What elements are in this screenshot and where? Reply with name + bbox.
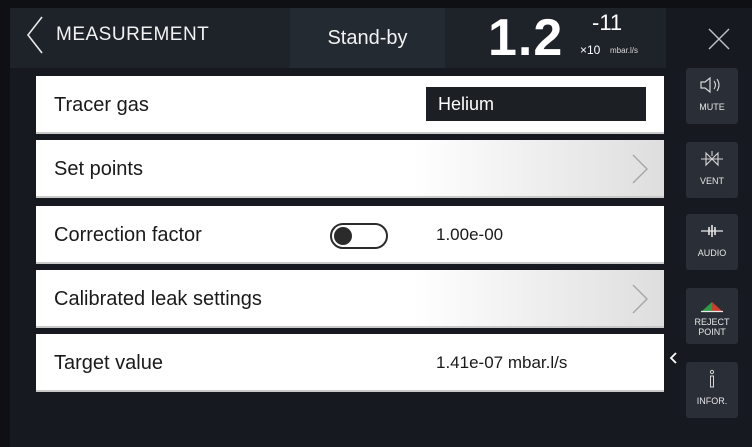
chevron-left-icon [669,351,677,369]
audio-wave-icon [686,220,738,242]
mute-label: MUTE [699,102,725,112]
correction-factor-value[interactable]: 1.00e-00 [436,206,503,264]
leak-rate-display: 1.2 -11 ×10 mbar.l/s [488,10,668,68]
row-set-points[interactable]: Set points [36,140,664,198]
leak-rate-mantissa: 1.2 [488,9,564,67]
speaker-mute-icon [686,74,738,96]
toggle-knob [334,227,352,245]
reject-label-line2: POINT [698,327,726,337]
reject-label-line1: REJECT [694,317,730,327]
tracer-gas-value: Helium [438,93,495,114]
mute-button[interactable]: MUTE [686,68,738,124]
info-icon [686,368,738,390]
calibrated-leak-settings-label: Calibrated leak settings [54,287,262,310]
chevron-left-icon [26,15,44,55]
reject-point-icon [686,294,738,316]
audio-label: AUDIO [697,248,727,258]
set-points-label: Set points [54,157,143,180]
chevron-right-icon [630,283,650,315]
info-button[interactable]: INFOR. [686,362,738,418]
vent-valve-icon [686,148,738,170]
info-label: INFOR. [696,396,728,406]
top-frame [0,0,752,8]
status-indicator: Stand-by [290,8,445,68]
page-title: MEASUREMENT [56,24,210,45]
left-frame [0,0,10,447]
row-target-value: Target value 1.41e-07 mbar.l/s [36,334,664,392]
close-button[interactable] [704,26,734,56]
chevron-right-icon [630,153,650,185]
tracer-gas-label: Tracer gas [54,93,149,116]
vent-label: VENT [699,176,724,186]
vent-button[interactable]: VENT [686,142,738,198]
row-tracer-gas: Tracer gas Helium [36,76,664,134]
target-value-label: Target value [54,351,163,374]
correction-factor-toggle[interactable] [330,223,388,249]
sidebar-collapse-tab[interactable] [666,349,680,371]
leak-rate-base: ×10 [580,43,601,57]
tracer-gas-select[interactable]: Helium [426,87,646,121]
close-icon [707,27,731,56]
reject-point-button[interactable]: REJECT POINT [686,288,738,344]
audio-button[interactable]: AUDIO [686,214,738,270]
leak-rate-units: mbar.l/s [610,46,639,55]
leak-rate-exponent: -11 [592,10,623,35]
back-button[interactable]: MEASUREMENT [26,12,286,58]
target-value[interactable]: 1.41e-07 mbar.l/s [436,334,567,392]
row-correction-factor: Correction factor 1.00e-00 [36,206,664,264]
row-calibrated-leak-settings[interactable]: Calibrated leak settings [36,270,664,328]
correction-factor-label: Correction factor [54,223,202,246]
